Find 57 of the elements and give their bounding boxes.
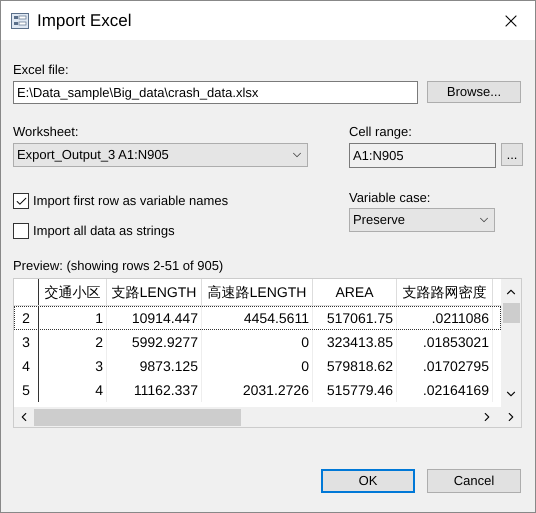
table-cell: 0: [202, 354, 313, 378]
table-cell: 3: [39, 354, 107, 378]
table-row[interactable]: 5 4 11162.337 2031.2726 515779.46 .02164169: [14, 378, 501, 402]
dialog-button[interactable]: Cancel: [427, 469, 521, 493]
range-picker-button[interactable]: ...: [501, 143, 523, 166]
variable-case-dropdown[interactable]: Preserve: [349, 208, 495, 232]
scroll-thumb[interactable]: [502, 303, 520, 323]
table-cell: 323413.85: [313, 330, 397, 354]
dialog-button[interactable]: OK: [321, 469, 415, 493]
table-cell: 9873.125: [107, 354, 202, 378]
table-cell: .01853021: [397, 330, 493, 354]
row-number: 3: [14, 330, 39, 354]
table-cell: 1: [39, 306, 107, 330]
window-title: Import Excel: [37, 10, 132, 32]
scroll-thumb[interactable]: [34, 408, 241, 426]
checkbox[interactable]: [13, 223, 29, 239]
checkbox-label: Import all data as strings: [33, 222, 175, 240]
vertical-scrollbar[interactable]: [501, 279, 521, 407]
checkbox[interactable]: [13, 193, 29, 209]
check-icon: [14, 194, 28, 208]
worksheet-label: Worksheet:: [13, 123, 80, 140]
row-number: 2: [14, 306, 39, 330]
table-row[interactable]: 2 1 10914.447 4454.5611 517061.75 .0211086: [14, 306, 501, 330]
column-header[interactable]: 支路LENGTH: [107, 279, 202, 305]
row-number: 5: [14, 378, 39, 402]
table-cell: 10914.447: [107, 306, 202, 330]
browse-button[interactable]: Browse...: [427, 81, 521, 103]
column-header[interactable]: 高速路LENGTH: [202, 279, 313, 305]
table-cell: .01702795: [397, 354, 493, 378]
table-cell: 515779.46: [313, 378, 397, 402]
column-header[interactable]: 支路路网密度: [397, 279, 493, 305]
table-cell: 4: [39, 378, 107, 402]
column-header[interactable]: 交通小区: [39, 279, 107, 305]
table-cell: .02164169: [397, 378, 493, 402]
table-cell: 579818.62: [313, 354, 397, 378]
cell-range-label: Cell range:: [349, 123, 413, 140]
cell-range-field[interactable]: A1:N905: [349, 143, 496, 168]
table-cell: 11162.337: [107, 378, 202, 402]
table-cell: .0211086: [397, 306, 493, 330]
table-row[interactable]: 3 2 5992.9277 0 323413.85 .01853021: [14, 330, 501, 354]
table-cell: 0: [202, 330, 313, 354]
checkbox-label: Import first row as variable names: [33, 192, 228, 210]
variable-case-label: Variable case:: [349, 189, 432, 206]
horizontal-scrollbar[interactable]: [14, 407, 521, 427]
table-cell: 5992.9277: [107, 330, 202, 354]
window-icon: [11, 12, 29, 28]
table-cell: 2031.2726: [202, 378, 313, 402]
table-cell: 4454.5611: [202, 306, 313, 330]
worksheet-dropdown[interactable]: Export_Output_3 A1:N905: [13, 143, 308, 167]
column-header[interactable]: AREA: [313, 279, 397, 305]
excel-file-label: Excel file:: [13, 61, 70, 78]
table-cell: 2: [39, 330, 107, 354]
row-number: 4: [14, 354, 39, 378]
table-row[interactable]: 4 3 9873.125 0 579818.62 .01702795: [14, 354, 501, 378]
table-cell: 517061.75: [313, 306, 397, 330]
excel-file-field[interactable]: E:\Data_sample\Big_data\crash_data.xlsx: [13, 81, 418, 104]
preview-label: Preview: (showing rows 2-51 of 905): [13, 257, 224, 274]
